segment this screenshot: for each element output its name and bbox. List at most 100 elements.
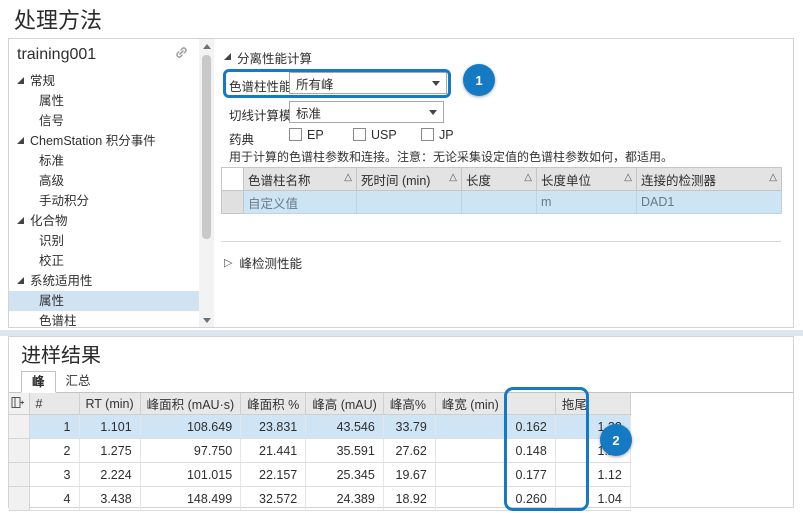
column-header[interactable]: 峰面积 % [241, 393, 306, 415]
column-header[interactable]: 长度单位△ [537, 168, 637, 191]
tab-summary[interactable]: 汇总 [56, 371, 101, 392]
column-header[interactable]: # [29, 393, 79, 415]
cell[interactable]: 0.177 [435, 463, 555, 487]
column-header[interactable]: 长度△ [462, 168, 537, 191]
column-header[interactable]: 死时间 (min)△ [357, 168, 462, 191]
sidebar-item-色谱柱[interactable]: 色谱柱 [9, 311, 199, 331]
cell[interactable]: 23.831 [241, 415, 306, 439]
cell[interactable]: 0.148 [435, 439, 555, 463]
row-header-cell[interactable] [9, 439, 29, 463]
cell[interactable]: 2.224 [79, 463, 140, 487]
column-header[interactable]: 拖尾 [555, 393, 630, 415]
cell[interactable]: m [537, 191, 637, 214]
annotation-badge-1: 1 [463, 64, 495, 96]
checkbox-jp[interactable] [421, 128, 434, 141]
sidebar-item-label: 识别 [39, 231, 64, 251]
cell[interactable] [357, 191, 462, 214]
cell[interactable]: 3 [29, 463, 79, 487]
table-row[interactable]: 11.101108.64923.83143.54633.790.1621.33 [9, 415, 630, 439]
cell[interactable]: DAD1 [637, 191, 782, 214]
row-header-cell[interactable] [9, 463, 29, 487]
sidebar-item-常规[interactable]: 常规 [9, 71, 199, 91]
cell[interactable]: 自定义值 [244, 191, 357, 214]
scroll-down-icon[interactable] [199, 313, 214, 327]
sidebar-item-校正[interactable]: 校正 [9, 251, 199, 271]
sidebar-item-ChemStation 积分事件[interactable]: ChemStation 积分事件 [9, 131, 199, 151]
cell[interactable]: 148.499 [140, 487, 241, 511]
row-header-cell[interactable] [9, 415, 29, 439]
row-header-cell[interactable] [9, 487, 29, 511]
sort-triangle-icon[interactable]: △ [624, 172, 632, 183]
scrollbar-thumb[interactable] [202, 55, 211, 239]
section-header-separation[interactable]: 分离性能计算 [224, 48, 312, 67]
column-header[interactable]: 连接的检测器 △ [637, 168, 782, 191]
column-performance-dropdown[interactable]: 所有峰 [289, 72, 447, 94]
cell[interactable]: 0.260 [435, 487, 555, 511]
table-row[interactable]: 32.224101.01522.15725.34519.670.1771.12 [9, 463, 630, 487]
row-header-cell[interactable] [222, 191, 244, 214]
cell[interactable]: 1.275 [79, 439, 140, 463]
column-header[interactable]: RT (min) [79, 393, 140, 415]
sidebar-item-手动积分[interactable]: 手动积分 [9, 191, 199, 211]
sidebar-item-label: 系统适用性 [30, 271, 93, 291]
cell[interactable]: 1.101 [79, 415, 140, 439]
processing-method-panel: training001 常规属性信号ChemStation 积分事件标准高级手动… [8, 38, 794, 328]
cell[interactable]: 101.015 [140, 463, 241, 487]
sidebar-item-属性[interactable]: 属性 [9, 91, 199, 111]
column-header[interactable]: 峰宽 (min) [435, 393, 555, 415]
cell[interactable]: 1.12 [555, 463, 630, 487]
checkbox-ep[interactable] [289, 128, 302, 141]
table-row[interactable]: 21.27597.75021.44135.59127.620.1481.21 [9, 439, 630, 463]
cell[interactable]: 19.67 [383, 463, 435, 487]
column-header[interactable]: 峰面积 (mAU·s) [140, 393, 241, 415]
cell[interactable]: 18.92 [383, 487, 435, 511]
cell[interactable]: 43.546 [306, 415, 384, 439]
sidebar-item-识别[interactable]: 识别 [9, 231, 199, 251]
sort-triangle-icon[interactable]: △ [449, 172, 457, 183]
row-selector-header[interactable] [222, 168, 244, 191]
checkbox-usp[interactable] [353, 128, 366, 141]
sidebar-item-属性[interactable]: 属性 [9, 291, 199, 311]
expanded-triangle-icon [17, 217, 24, 224]
cell[interactable]: 24.389 [306, 487, 384, 511]
tab-peaks[interactable]: 峰 [21, 371, 56, 393]
cell[interactable]: 32.572 [241, 487, 306, 511]
column-header[interactable]: 峰高 (mAU) [306, 393, 384, 415]
sidebar-item-化合物[interactable]: 化合物 [9, 211, 199, 231]
sidebar-item-高级[interactable]: 高级 [9, 171, 199, 191]
cell[interactable]: 97.750 [140, 439, 241, 463]
sort-triangle-icon[interactable]: △ [344, 172, 352, 183]
sidebar-item-信号[interactable]: 信号 [9, 111, 199, 131]
cell[interactable]: 0.162 [435, 415, 555, 439]
sort-triangle-icon[interactable]: △ [524, 172, 532, 183]
add-column-icon[interactable] [9, 393, 29, 415]
collapsed-triangle-icon: ▷ [224, 256, 232, 269]
column-header-label: 连接的检测器 [641, 174, 716, 188]
cell[interactable]: 25.345 [306, 463, 384, 487]
scroll-up-icon[interactable] [199, 39, 214, 53]
method-name-row: training001 [9, 39, 199, 67]
cell[interactable]: 21.441 [241, 439, 306, 463]
cell[interactable]: 3.438 [79, 487, 140, 511]
cell[interactable]: 1.04 [555, 487, 630, 511]
cell[interactable]: 35.591 [306, 439, 384, 463]
sidebar-item-系统适用性[interactable]: 系统适用性 [9, 271, 199, 291]
cell[interactable]: 2 [29, 439, 79, 463]
sidebar-scrollbar[interactable] [199, 39, 214, 327]
column-header[interactable]: 峰高% [383, 393, 435, 415]
cell[interactable]: 4 [29, 487, 79, 511]
table-row[interactable]: 43.438148.49932.57224.38918.920.2601.04 [9, 487, 630, 511]
section-header-peak-detection[interactable]: ▷ 峰检测性能 [224, 253, 302, 272]
sort-triangle-icon[interactable]: △ [769, 172, 777, 183]
sidebar-item-标准[interactable]: 标准 [9, 151, 199, 171]
cell[interactable] [462, 191, 537, 214]
cell[interactable]: 33.79 [383, 415, 435, 439]
table-row[interactable]: 自定义值 mDAD1 [222, 191, 782, 214]
peaks-table: #RT (min)峰面积 (mAU·s)峰面积 %峰高 (mAU)峰高%峰宽 (… [9, 393, 631, 511]
cell[interactable]: 27.62 [383, 439, 435, 463]
cell[interactable]: 108.649 [140, 415, 241, 439]
column-header[interactable]: 色谱柱名称△ [244, 168, 357, 191]
cell[interactable]: 1 [29, 415, 79, 439]
cell[interactable]: 22.157 [241, 463, 306, 487]
tangent-mode-dropdown[interactable]: 标准 [289, 101, 444, 123]
